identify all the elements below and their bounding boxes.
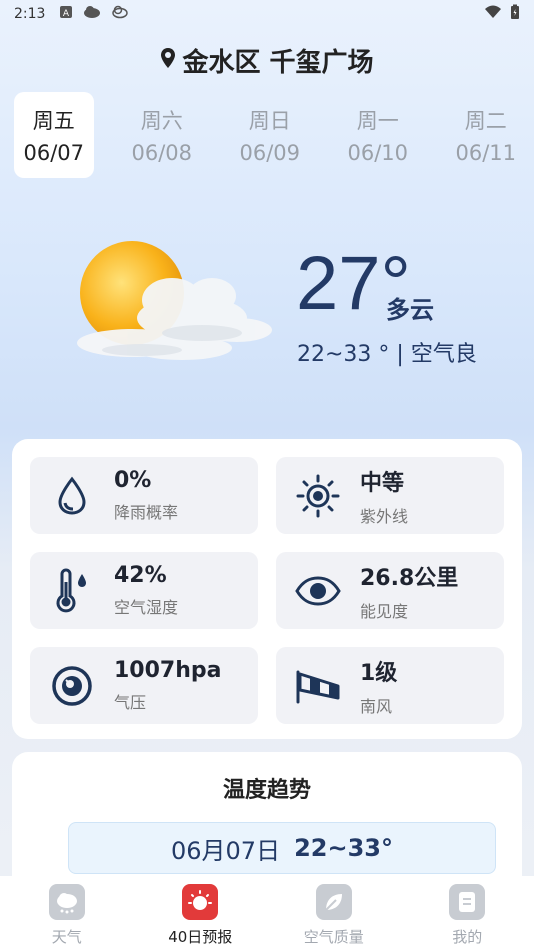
- eye-icon: [276, 575, 360, 606]
- detail-label: 降雨概率: [114, 503, 179, 522]
- day-of-week: 周日: [248, 109, 291, 133]
- day-of-week: 周二: [464, 109, 507, 133]
- trend-tooltip: 06月07日 22~33°: [68, 822, 496, 874]
- day-selector: 周五 06/07 周六 06/08 周日 06/09 周一 06/10 周二 0…: [14, 92, 534, 178]
- thermometer-icon: [30, 568, 114, 614]
- pressure-icon: [30, 665, 114, 707]
- day-date: 06/08: [131, 141, 193, 165]
- day-tab-tue[interactable]: 周二 06/11: [446, 92, 526, 178]
- nav-label: 我的: [452, 928, 483, 946]
- day-date: 06/10: [347, 141, 409, 165]
- detail-label: 紫外线: [360, 506, 409, 526]
- air-quality-nav-icon: [315, 884, 352, 920]
- trend-range: 22~33°: [294, 834, 393, 862]
- battery-icon: [510, 4, 520, 24]
- profile-nav-icon: [449, 884, 486, 920]
- day-of-week: 周一: [356, 109, 399, 133]
- wifi-icon: [484, 5, 502, 23]
- detail-value: 1级: [360, 660, 398, 686]
- detail-tile-humidity: 42% 空气湿度: [30, 552, 258, 629]
- location-name: 金水区 千玺广场: [182, 48, 374, 78]
- status-bar: 2:13 A: [0, 0, 534, 28]
- nav-weather[interactable]: 天气: [0, 876, 134, 950]
- nav-air-quality[interactable]: 空气质量: [267, 876, 401, 950]
- day-date: 06/07: [23, 141, 85, 165]
- detail-value: 1007hpa: [114, 658, 222, 683]
- detail-value: 26.8公里: [360, 565, 459, 591]
- detail-value: 42%: [114, 563, 167, 588]
- day-date: 06/09: [239, 141, 301, 165]
- nav-label: 40日预报: [168, 928, 233, 946]
- temperature-range-aqi: 22~33 ° | 空气良: [297, 342, 477, 367]
- day-of-week: 周六: [140, 109, 183, 133]
- weather-nav-icon: [48, 884, 85, 920]
- cloud-outline-status-icon: [111, 5, 129, 23]
- day-tab-sun[interactable]: 周日 06/09: [230, 92, 310, 178]
- nav-label: 天气: [51, 928, 82, 946]
- day-tab-fri[interactable]: 周五 06/07: [14, 92, 94, 178]
- day-tab-mon[interactable]: 周一 06/10: [338, 92, 418, 178]
- location-pin-icon: [160, 46, 176, 76]
- detail-value: 中等: [360, 470, 405, 496]
- partly-cloudy-icon: [72, 238, 282, 378]
- status-time: 2:13: [14, 6, 46, 22]
- detail-tile-wind: 1级 南风: [276, 647, 504, 724]
- svg-text:A: A: [63, 9, 70, 19]
- detail-label: 空气湿度: [114, 598, 179, 617]
- detail-tile-uv: 中等 紫外线: [276, 457, 504, 534]
- detail-tile-visibility: 26.8公里 能见度: [276, 552, 504, 629]
- day-date: 06/11: [455, 141, 517, 165]
- detail-label: 气压: [114, 693, 147, 712]
- trend-title: 温度趋势: [222, 778, 311, 803]
- detail-label: 南风: [360, 696, 393, 716]
- nav-40day-forecast[interactable]: 40日预报: [134, 876, 268, 950]
- forecast-nav-icon: [182, 884, 219, 920]
- sun-icon: [276, 473, 360, 519]
- detail-tile-pressure: 1007hpa 气压: [30, 647, 258, 724]
- location-header[interactable]: 金水区 千玺广场: [0, 42, 534, 79]
- detail-label: 能见度: [360, 601, 409, 621]
- day-of-week: 周五: [32, 109, 75, 133]
- current-condition: 多云: [386, 296, 434, 324]
- raindrop-icon: [30, 476, 114, 516]
- windsock-icon: [276, 666, 360, 706]
- weather-details-card: 0% 降雨概率 中等 紫外线 42% 空气湿度 26.8公里 能见度 1007h…: [12, 439, 522, 739]
- cloud-status-icon: [83, 5, 101, 23]
- nav-label: 空气质量: [303, 928, 364, 946]
- notification-icon: A: [59, 5, 73, 23]
- day-tab-sat[interactable]: 周六 06/08: [122, 92, 202, 178]
- trend-date: 06月07日: [171, 836, 281, 865]
- bottom-nav: 天气 40日预报 空气质量 我的: [0, 876, 534, 950]
- detail-value: 0%: [114, 468, 152, 493]
- detail-tile-rain: 0% 降雨概率: [30, 457, 258, 534]
- nav-profile[interactable]: 我的: [401, 876, 534, 950]
